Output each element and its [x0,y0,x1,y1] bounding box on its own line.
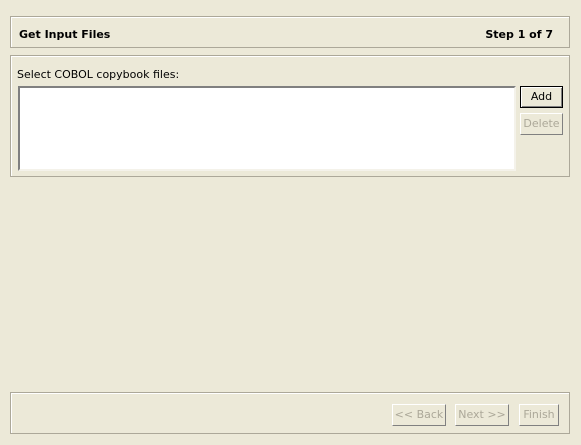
finish-button[interactable]: Finish [519,404,559,426]
step-indicator: Step 1 of 7 [485,28,553,41]
wizard-footer: << Back Next >> Finish [10,392,570,434]
files-list-label: Select COBOL copybook files: [17,68,180,81]
next-button[interactable]: Next >> [455,404,509,426]
wizard-window: Get Input Files Step 1 of 7 Select COBOL… [0,0,581,445]
wizard-header: Get Input Files Step 1 of 7 [10,16,570,48]
add-button[interactable]: Add [520,86,563,108]
input-files-group: Select COBOL copybook files: Add Delete [10,55,570,177]
copybook-files-list[interactable] [18,86,516,171]
delete-button[interactable]: Delete [520,113,563,135]
back-button[interactable]: << Back [392,404,446,426]
page-title: Get Input Files [19,28,111,41]
